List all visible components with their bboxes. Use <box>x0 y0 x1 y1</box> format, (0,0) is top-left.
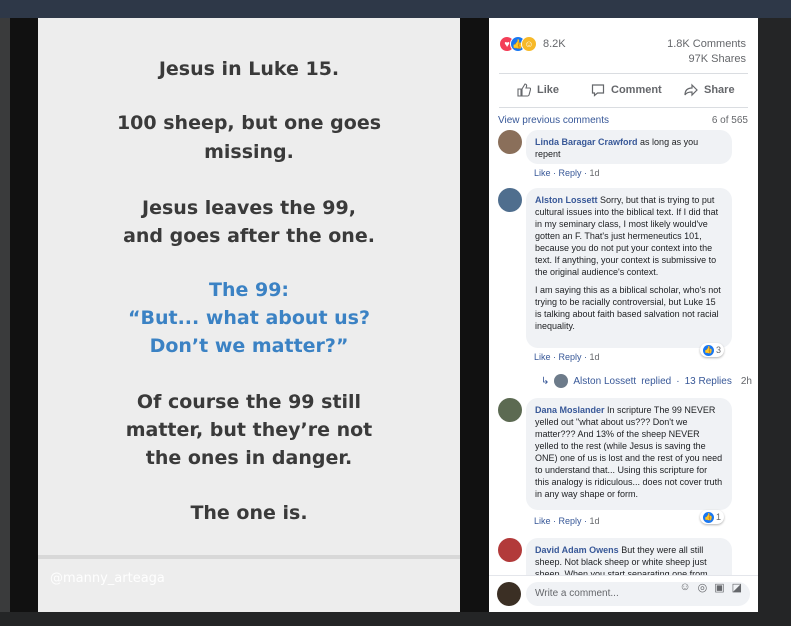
comment-count[interactable]: 1.8K Comments <box>667 38 746 50</box>
comment-label: Comment <box>611 84 662 96</box>
comment-reply-link[interactable]: Reply <box>559 352 582 362</box>
reply-count: 13 Replies <box>684 375 732 387</box>
background-bottom-strip <box>0 612 791 626</box>
reply-arrow-icon: ↳ <box>541 375 550 387</box>
comment-reaction-count: 3 <box>715 345 721 355</box>
gif-icon[interactable]: ▣ <box>714 581 724 594</box>
commenter-name[interactable]: Dana Moslander <box>535 405 605 415</box>
emoji-icon[interactable]: ☺ <box>679 581 690 594</box>
author-handle: @manny_arteaga <box>50 571 165 586</box>
avatar <box>497 582 521 606</box>
comment-reply-link[interactable]: Reply <box>559 168 582 178</box>
comment-item: Dana Moslander In scripture The 99 NEVER… <box>498 398 748 538</box>
comment-actions: Like · Reply · 1d <box>534 516 600 526</box>
comment-time[interactable]: 1d <box>590 516 600 526</box>
comment-icon <box>591 84 605 97</box>
post-line: the ones in danger. <box>145 447 353 469</box>
commenter-name[interactable]: Linda Baragar Crawford <box>535 137 638 147</box>
post-line: 100 sheep, but one goes <box>116 112 382 134</box>
commenter-name[interactable]: Alston Lossett <box>535 195 598 205</box>
care-reaction-icon: ☺ <box>521 36 537 52</box>
share-button[interactable]: Share <box>684 82 735 98</box>
avatar[interactable] <box>498 130 522 154</box>
comment-text: In scripture The 99 NEVER yelled out "wh… <box>535 405 723 499</box>
post-line: missing. <box>204 141 294 163</box>
comment-bubble: Linda Baragar Crawford as long as you re… <box>526 130 732 164</box>
post-line: Jesus leaves the 99, <box>142 197 356 219</box>
view-previous-comments-link[interactable]: View previous comments <box>498 115 609 126</box>
avatar[interactable] <box>498 188 522 212</box>
comment-time[interactable]: 1d <box>590 168 600 178</box>
like-button[interactable]: Like <box>517 82 559 98</box>
share-label: Share <box>704 84 735 96</box>
reply-label: replied <box>641 375 672 387</box>
avatar <box>554 374 569 388</box>
background-left-strip <box>0 18 10 626</box>
avatar[interactable] <box>498 398 522 422</box>
comments-panel: ♥ 👍 ☺ 8.2K 1.8K Comments 97K Shares Like… <box>489 18 758 612</box>
comment-time[interactable]: 1d <box>590 352 600 362</box>
post-line: Jesus in Luke 15. <box>158 58 340 80</box>
divider <box>499 73 748 74</box>
post-line-highlight: The 99: <box>208 279 290 301</box>
comment-item: David Adam Owens But they were all still… <box>498 538 748 598</box>
like-reaction-icon: 👍 <box>702 511 714 523</box>
camera-icon[interactable]: ◎ <box>698 581 708 594</box>
comment-like-link[interactable]: Like <box>534 168 551 178</box>
comment-composer: Write a comment... ☺ ◎ ▣ ◪ <box>489 575 758 612</box>
post-line-highlight: “But... what about us? <box>128 307 370 329</box>
post-line: The one is. <box>190 502 308 524</box>
view-replies-link[interactable]: ↳ Alston Lossett replied · 13 Replies 2h <box>541 374 752 388</box>
reply-time: 2h <box>740 375 752 387</box>
comment-reaction-badge[interactable]: 👍 1 <box>699 510 724 524</box>
thumbs-up-icon <box>517 83 531 97</box>
like-label: Like <box>537 84 560 96</box>
post-line: Of course the 99 still <box>136 391 362 413</box>
photo-viewer[interactable]: Jesus in Luke 15. 100 sheep, but one goe… <box>10 18 489 612</box>
post-image: Jesus in Luke 15. 100 sheep, but one goe… <box>38 18 460 612</box>
background-top-bar <box>0 0 791 18</box>
post-divider <box>38 555 460 559</box>
post-line-highlight: Don’t we matter?” <box>149 335 349 357</box>
share-icon <box>684 83 698 97</box>
reaction-count: 8.2K <box>543 38 566 50</box>
comment-button[interactable]: Comment <box>591 82 662 98</box>
comment-actions: Like · Reply · 1d <box>534 168 600 178</box>
comment-reaction-badge[interactable]: 👍 3 <box>699 343 724 357</box>
background-right-strip <box>758 18 791 626</box>
sticker-icon[interactable]: ◪ <box>732 581 742 594</box>
commenter-name[interactable]: David Adam Owens <box>535 545 619 555</box>
comment-reaction-count: 1 <box>715 512 721 522</box>
comment-text: Sorry, but that is trying to put cultura… <box>535 195 719 277</box>
comment-text-paragraph: I am saying this as a biblical scholar, … <box>535 285 721 331</box>
comment-like-link[interactable]: Like <box>534 352 551 362</box>
composer-icons: ☺ ◎ ▣ ◪ <box>679 581 742 594</box>
share-count[interactable]: 97K Shares <box>689 53 746 65</box>
like-reaction-icon: 👍 <box>702 344 714 356</box>
post-line: matter, but they’re not <box>125 419 373 441</box>
comment-reply-link[interactable]: Reply <box>559 516 582 526</box>
comment-item: Linda Baragar Crawford as long as you re… <box>498 130 748 180</box>
comment-like-link[interactable]: Like <box>534 516 551 526</box>
avatar[interactable] <box>498 538 522 562</box>
comment-page-indicator: 6 of 565 <box>711 115 748 126</box>
reply-author-name: Alston Lossett <box>573 375 637 387</box>
post-line: and goes after the one. <box>123 225 375 247</box>
divider <box>499 107 748 108</box>
comment-bubble: Alston Lossett Sorry, but that is trying… <box>526 188 732 348</box>
comment-item: Alston Lossett Sorry, but that is trying… <box>498 188 748 388</box>
comment-actions: Like · Reply · 1d <box>534 352 600 362</box>
comment-bubble: Dana Moslander In scripture The 99 NEVER… <box>526 398 732 510</box>
